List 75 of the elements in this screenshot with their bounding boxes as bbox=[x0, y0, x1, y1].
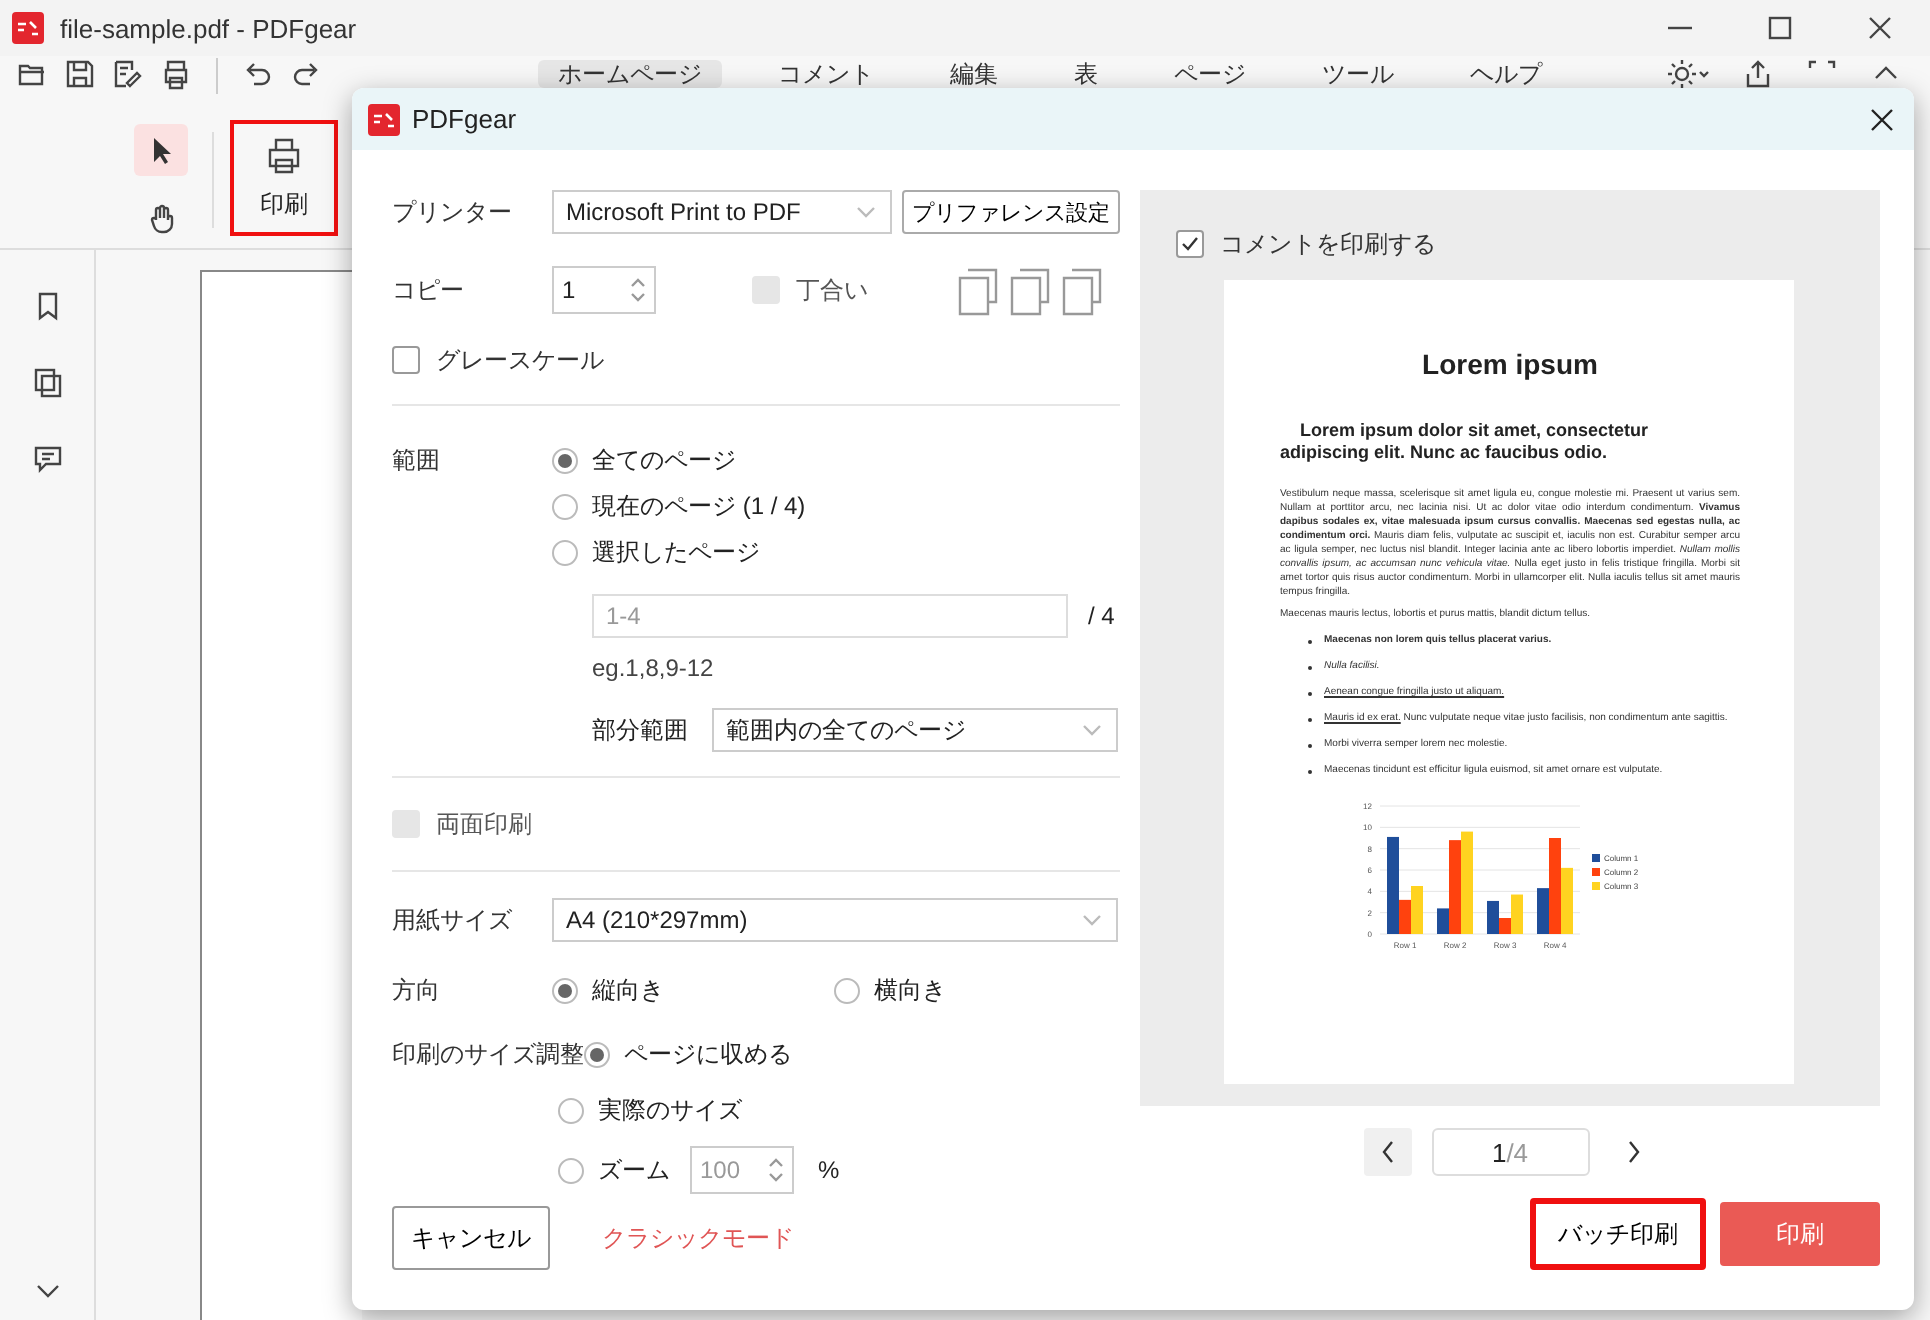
field-label: 方向 bbox=[392, 973, 442, 1007]
field-label: コピー bbox=[392, 273, 466, 307]
printer-icon bbox=[264, 135, 304, 175]
radio-label: 横向き bbox=[874, 973, 946, 1007]
radio-button[interactable] bbox=[552, 493, 578, 519]
radio-button[interactable] bbox=[584, 1041, 610, 1067]
radio-button[interactable] bbox=[552, 977, 578, 1003]
page-total: / 4 bbox=[1088, 602, 1115, 630]
page-number-field[interactable]: 1/4 bbox=[1431, 1128, 1589, 1176]
radio-label: 現在のページ (1 / 4) bbox=[592, 489, 806, 523]
print-comments-checkbox[interactable] bbox=[1176, 230, 1204, 258]
copies-spinner[interactable]: 1 bbox=[552, 266, 656, 314]
page-range-field[interactable]: 1-4 bbox=[592, 594, 1068, 638]
print-tool-button[interactable]: 印刷 bbox=[230, 120, 338, 236]
edit-icon[interactable] bbox=[112, 58, 144, 90]
checkbox-label: コメントを印刷する bbox=[1220, 227, 1436, 261]
field-label: 印刷のサイズ調整 bbox=[392, 1037, 584, 1071]
ribbon-tab[interactable]: コメント bbox=[758, 60, 894, 88]
checkbox-label: 両面印刷 bbox=[436, 807, 532, 841]
radio-label: ページに収める bbox=[624, 1037, 792, 1071]
radio-button[interactable] bbox=[558, 1097, 584, 1123]
radio-label: 縦向き bbox=[592, 973, 664, 1007]
radio-button[interactable] bbox=[834, 977, 860, 1003]
app-logo-icon bbox=[12, 12, 44, 44]
previous-page-button[interactable] bbox=[1363, 1128, 1411, 1176]
radio-label: 実際のサイズ bbox=[598, 1093, 742, 1127]
share-icon[interactable] bbox=[1742, 58, 1774, 90]
ribbon-tab[interactable]: ヘルプ bbox=[1450, 60, 1562, 88]
field-label: 部分範囲 bbox=[592, 713, 690, 747]
app-logo-icon bbox=[368, 103, 400, 135]
preferences-button[interactable]: プリファレンス設定 bbox=[902, 190, 1120, 234]
ribbon-tab[interactable]: 編集 bbox=[930, 60, 1018, 88]
save-icon[interactable] bbox=[64, 58, 96, 90]
radio-button[interactable] bbox=[558, 1157, 584, 1183]
hand-icon bbox=[145, 202, 177, 234]
checkmark-icon bbox=[1180, 234, 1200, 254]
unit-label: % bbox=[818, 1156, 840, 1184]
undo-icon[interactable] bbox=[242, 58, 274, 90]
ribbon-tab[interactable]: ホームページ bbox=[538, 60, 722, 88]
document-subtitle: Lorem ipsum dolor sit amet, consectetur adipiscing elit. Nunc ac faucibus odio. bbox=[1280, 420, 1651, 464]
comment-icon[interactable] bbox=[31, 442, 63, 474]
paper-size-dropdown[interactable]: A4 (210*297mm) bbox=[552, 898, 1118, 942]
field-label: 範囲 bbox=[392, 444, 442, 478]
subset-dropdown[interactable]: 範囲内の全てのページ bbox=[712, 708, 1118, 752]
field-label: プリンター bbox=[392, 195, 514, 229]
hint-text: eg.1,8,9-12 bbox=[592, 654, 714, 682]
classic-mode-link[interactable]: クラシックモード bbox=[602, 1206, 794, 1270]
radio-label: 選択したページ bbox=[592, 535, 760, 569]
radio-button[interactable] bbox=[552, 447, 578, 473]
grayscale-checkbox[interactable] bbox=[392, 346, 420, 374]
spin-arrows-icon bbox=[628, 276, 648, 304]
field-label: 用紙サイズ bbox=[392, 903, 514, 937]
close-icon[interactable] bbox=[1864, 12, 1896, 44]
spin-arrows-icon bbox=[766, 1156, 786, 1184]
redo-icon[interactable] bbox=[290, 58, 322, 90]
radio-label: 全てのページ bbox=[592, 443, 736, 477]
ribbon-tab[interactable]: ページ bbox=[1154, 60, 1266, 88]
brightness-icon[interactable] bbox=[1668, 58, 1710, 90]
maximize-icon[interactable] bbox=[1764, 12, 1796, 44]
window-title: file-sample.pdf - PDFgear bbox=[60, 13, 359, 43]
checkbox-label: 丁合い bbox=[796, 273, 868, 307]
radio-button[interactable] bbox=[552, 539, 578, 565]
dialog-title: PDFgear bbox=[412, 104, 519, 134]
radio-label: ズーム bbox=[598, 1153, 670, 1187]
close-icon[interactable] bbox=[1866, 103, 1898, 135]
cancel-button[interactable]: キャンセル bbox=[392, 1206, 550, 1270]
checkbox-label: グレースケール bbox=[436, 343, 604, 377]
batch-print-button[interactable]: バッチ印刷 bbox=[1530, 1198, 1706, 1270]
tool-button[interactable] bbox=[134, 124, 188, 176]
printer-dropdown[interactable]: Microsoft Print to PDF bbox=[552, 190, 892, 234]
ribbon-tab[interactable]: 表 bbox=[1054, 60, 1118, 88]
pages-icon[interactable] bbox=[31, 366, 63, 398]
printer-icon[interactable] bbox=[160, 58, 192, 90]
ribbon-tab[interactable]: ツール bbox=[1302, 60, 1414, 88]
document-title: Lorem ipsum bbox=[1420, 348, 1600, 380]
